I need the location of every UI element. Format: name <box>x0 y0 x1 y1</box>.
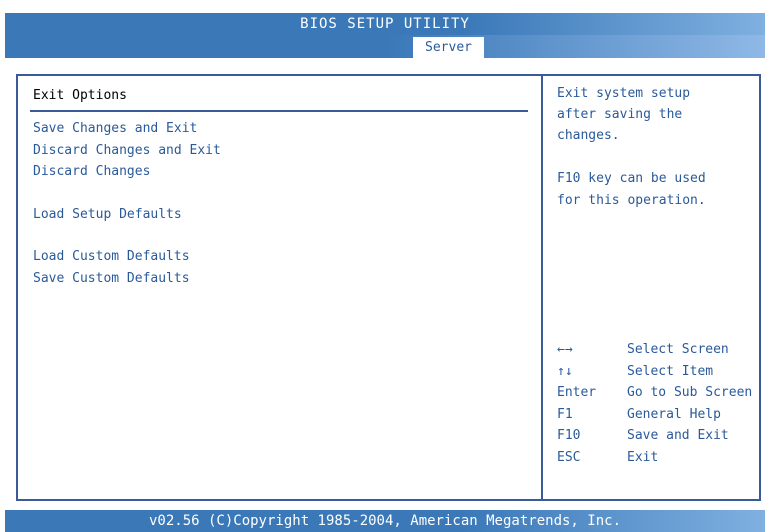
title-bar: BIOS SETUP UTILITY <box>5 13 765 35</box>
key-description: Save and Exit <box>627 428 729 443</box>
key-name: F10 <box>557 428 581 443</box>
tab-server[interactable]: Server <box>413 37 484 58</box>
key-legend-row: F1 General Help <box>557 407 767 427</box>
footer-bar: v02.56 (C)Copyright 1985-2004, American … <box>5 510 765 532</box>
key-description: Select Item <box>627 364 714 379</box>
help-text-line: after saving the <box>557 107 683 122</box>
main-frame: Exit Options Save Changes and Exit Disca… <box>16 74 761 501</box>
key-legend-row: ←→ Select Screen <box>557 342 767 362</box>
help-text-line: Exit system setup <box>557 86 691 101</box>
load-custom-defaults-item[interactable]: Load Custom Defaults <box>33 249 190 264</box>
app-title: BIOS SETUP UTILITY <box>300 16 470 32</box>
help-text-line: F10 key can be used <box>557 171 706 186</box>
copyright-text: v02.56 (C)Copyright 1985-2004, American … <box>148 513 621 529</box>
tab-bar: Server <box>5 35 765 58</box>
load-setup-defaults-item[interactable]: Load Setup Defaults <box>33 207 182 222</box>
help-text-line: for this operation. <box>557 193 706 208</box>
key-description: General Help <box>627 407 721 422</box>
key-name: F1 <box>557 407 573 422</box>
key-description: Select Screen <box>627 342 729 357</box>
discard-changes-and-exit-item[interactable]: Discard Changes and Exit <box>33 143 221 158</box>
key-legend-row: F10 Save and Exit <box>557 428 767 448</box>
left-right-arrows-icon: ←→ <box>557 342 573 357</box>
section-title: Exit Options <box>33 88 127 103</box>
key-legend-row: Enter Go to Sub Screen <box>557 385 767 405</box>
key-name: Enter <box>557 385 597 400</box>
up-down-arrows-icon: ↑↓ <box>557 364 573 379</box>
section-divider <box>30 110 528 112</box>
key-description: Go to Sub Screen <box>627 385 753 400</box>
options-pane: Exit Options Save Changes and Exit Disca… <box>18 76 541 499</box>
key-legend-row: ↑↓ Select Item <box>557 364 767 384</box>
help-pane: Exit system setup after saving the chang… <box>541 76 759 499</box>
save-changes-and-exit-item[interactable]: Save Changes and Exit <box>33 121 197 136</box>
key-legend-row: ESC Exit <box>557 450 767 470</box>
key-name: ESC <box>557 450 581 465</box>
help-text-line: changes. <box>557 128 620 143</box>
save-custom-defaults-item[interactable]: Save Custom Defaults <box>33 271 190 286</box>
discard-changes-item[interactable]: Discard Changes <box>33 164 150 179</box>
key-description: Exit <box>627 450 659 465</box>
